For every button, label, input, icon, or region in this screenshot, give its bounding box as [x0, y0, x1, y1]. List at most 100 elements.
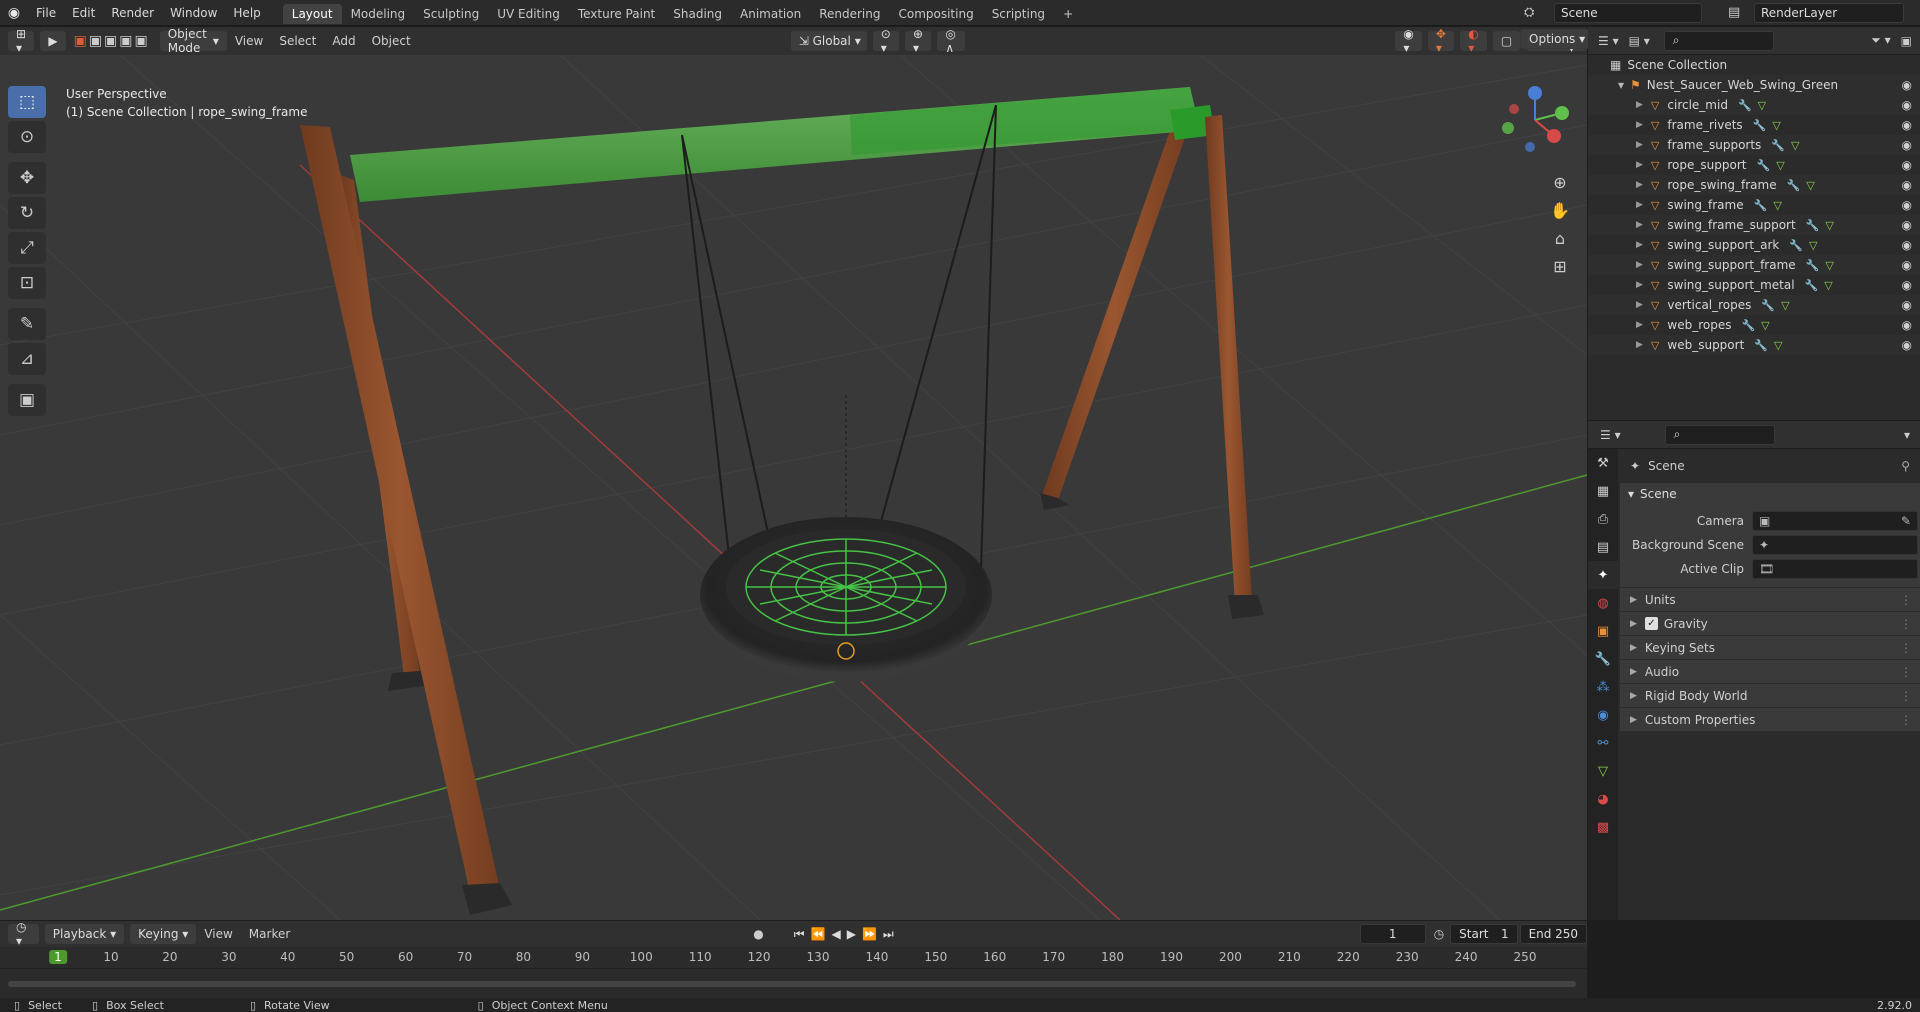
drag-handle-icon[interactable]: ⋮	[1900, 617, 1912, 631]
options-button[interactable]: Options ▾	[1520, 29, 1595, 49]
expand-arrow-icon[interactable]: ▶	[1636, 120, 1643, 130]
tab-sculpting[interactable]: Sculpting	[414, 4, 488, 24]
properties-search-input[interactable]: ⌕	[1664, 424, 1775, 445]
record-icon[interactable]: ●	[753, 927, 763, 941]
expand-arrow-icon[interactable]: ▶	[1636, 140, 1643, 150]
mesh-data-icon[interactable]: ▽	[1806, 179, 1814, 192]
pin-icon[interactable]: ⚲	[1901, 459, 1910, 473]
expand-arrow-icon[interactable]: ▶	[1636, 300, 1643, 310]
scene-browse-icon[interactable]: ⛭	[1524, 5, 1534, 20]
eye-icon[interactable]: ◉	[1902, 338, 1912, 352]
mesh-data-icon[interactable]: ▽	[1774, 339, 1782, 352]
scale-tool-icon[interactable]: ⤢	[8, 232, 46, 264]
outliner-item[interactable]: ▶ ▽ circle_mid 🔧 ▽ ◉	[1588, 95, 1920, 115]
eye-icon[interactable]: ◉	[1902, 198, 1912, 212]
view-layer-tab-icon[interactable]: ▤	[1588, 533, 1618, 561]
mesh-data-icon[interactable]: ▽	[1824, 279, 1832, 292]
render-tab-icon[interactable]: ▦	[1588, 477, 1618, 505]
modifier-wrench-icon[interactable]: 🔧	[1741, 319, 1755, 332]
visibility-button[interactable]: ◉ ▾	[1395, 27, 1422, 55]
mesh-data-icon[interactable]: ▽	[1776, 159, 1784, 172]
timeline-marker-menu[interactable]: Marker	[241, 927, 298, 941]
tab-layout[interactable]: Layout	[282, 3, 342, 24]
move-tool-icon[interactable]: ✥	[8, 162, 46, 194]
tab-compositing[interactable]: Compositing	[889, 4, 982, 24]
eye-icon[interactable]: ◉	[1902, 78, 1912, 92]
rotate-tool-icon[interactable]: ↻	[8, 197, 46, 229]
subpanel-header[interactable]: ▶ Rigid Body World ⋮	[1620, 683, 1920, 707]
pivot-point-button[interactable]: ⊙ ▾	[872, 27, 900, 55]
drag-handle-icon[interactable]: ⋮	[1900, 713, 1912, 727]
tab-texture-paint[interactable]: Texture Paint	[569, 4, 664, 24]
proportional-edit-button[interactable]: ◎ ∧	[937, 27, 966, 55]
drag-handle-icon[interactable]: ⋮	[1900, 593, 1912, 607]
subpanel-header[interactable]: ▶ Keying Sets ⋮	[1620, 635, 1920, 659]
expand-arrow-icon[interactable]: ▶	[1636, 260, 1643, 270]
eye-icon[interactable]: ◉	[1902, 98, 1912, 112]
background-scene-field[interactable]: ✦	[1752, 535, 1918, 555]
mesh-data-icon[interactable]: ▽	[1761, 319, 1769, 332]
eye-icon[interactable]: ◉	[1902, 318, 1912, 332]
eye-icon[interactable]: ◉	[1902, 218, 1912, 232]
expand-arrow-icon[interactable]: ▶	[1636, 340, 1643, 350]
expand-arrow-icon[interactable]: ▶	[1636, 160, 1643, 170]
end-frame-field[interactable]: End 250	[1519, 924, 1588, 944]
outliner-collection[interactable]: ▾ ⚑ Nest_Saucer_Web_Swing_Green ◉	[1588, 75, 1920, 95]
new-collection-icon[interactable]: ▣	[1901, 34, 1912, 48]
texture-tab-icon[interactable]: ▩	[1588, 813, 1618, 841]
outliner-editor-icon[interactable]: ☰ ▾	[1598, 34, 1619, 48]
outliner-item[interactable]: ▶ ▽ swing_support_metal 🔧 ▽ ◉	[1588, 275, 1920, 295]
eye-icon[interactable]: ◉	[1902, 298, 1912, 312]
eye-icon[interactable]: ◉	[1902, 138, 1912, 152]
annotate-tool-icon[interactable]: ✎	[8, 308, 46, 340]
properties-options-icon[interactable]: ▾	[1904, 428, 1910, 442]
tab-animation[interactable]: Animation	[731, 4, 810, 24]
scene-panel-header[interactable]: ▾ Scene	[1620, 483, 1920, 505]
menu-help[interactable]: Help	[225, 6, 268, 20]
expand-arrow-icon[interactable]: ▶	[1636, 320, 1643, 330]
modifier-wrench-icon[interactable]: 🔧	[1761, 299, 1775, 312]
gizmo-button[interactable]: ✥ ▾	[1427, 27, 1455, 55]
mesh-data-icon[interactable]: ▽	[1825, 259, 1833, 272]
modifier-wrench-icon[interactable]: 🔧	[1754, 339, 1768, 352]
modifier-wrench-icon[interactable]: 🔧	[1806, 259, 1820, 272]
expand-arrow-icon[interactable]: ▶	[1636, 240, 1643, 250]
menu-view[interactable]: View	[227, 34, 271, 48]
modifier-wrench-icon[interactable]: 🔧	[1771, 139, 1785, 152]
modifier-wrench-icon[interactable]: 🔧	[1806, 219, 1820, 232]
modifier-wrench-icon[interactable]: 🔧	[1753, 119, 1767, 132]
outliner-item[interactable]: ▶ ▽ swing_frame_support 🔧 ▽ ◉	[1588, 215, 1920, 235]
eye-icon[interactable]: ◉	[1902, 158, 1912, 172]
cursor-tool-icon[interactable]: ⊙	[8, 121, 46, 153]
drag-handle-icon[interactable]: ⋮	[1900, 689, 1912, 703]
select-tool-button[interactable]: ▶	[40, 31, 66, 51]
3d-viewport[interactable]: User Perspective (1) Scene Collection | …	[0, 55, 1587, 920]
menu-select[interactable]: Select	[271, 34, 324, 48]
start-frame-field[interactable]: Start 1	[1450, 924, 1518, 944]
scene-tab-icon[interactable]: ✦	[1588, 561, 1618, 589]
expand-arrow-icon[interactable]: ▶	[1636, 100, 1643, 110]
mesh-data-icon[interactable]: ▽	[1781, 299, 1789, 312]
modifier-wrench-icon[interactable]: 🔧	[1787, 179, 1801, 192]
navigation-gizmo[interactable]	[1500, 85, 1570, 155]
modifier-wrench-icon[interactable]: 🔧	[1805, 279, 1819, 292]
outliner-item[interactable]: ▶ ▽ rope_support 🔧 ▽ ◉	[1588, 155, 1920, 175]
subpanel-header[interactable]: ▶ Audio ⋮	[1620, 659, 1920, 683]
scene-selector[interactable]: Scene	[1554, 3, 1702, 23]
tab-rendering[interactable]: Rendering	[810, 4, 889, 24]
eye-icon[interactable]: ◉	[1902, 258, 1912, 272]
world-tab-icon[interactable]: ◍	[1588, 589, 1618, 617]
overlay-button[interactable]: ◐ ▾	[1460, 27, 1487, 55]
expand-arrow-icon[interactable]: ▾	[1618, 78, 1624, 92]
tool-tab-icon[interactable]: ⚒	[1588, 449, 1618, 477]
outliner-scene-collection[interactable]: ▦ Scene Collection	[1588, 55, 1920, 75]
view-layer-selector[interactable]: RenderLayer	[1754, 3, 1904, 23]
transform-orientation-dropdown[interactable]: ⇲ Global ▾	[790, 31, 867, 51]
modifier-tab-icon[interactable]: 🔧	[1588, 645, 1618, 673]
menu-add[interactable]: Add	[324, 34, 363, 48]
outliner-item[interactable]: ▶ ▽ swing_frame 🔧 ▽ ◉	[1588, 195, 1920, 215]
outliner-item[interactable]: ▶ ▽ web_support 🔧 ▽ ◉	[1588, 335, 1920, 355]
mesh-data-icon[interactable]: ▽	[1758, 99, 1766, 112]
timeline-editor-icon[interactable]: ◷ ▾	[8, 920, 39, 948]
display-mode-icon[interactable]: ▤ ▾	[1629, 34, 1650, 48]
